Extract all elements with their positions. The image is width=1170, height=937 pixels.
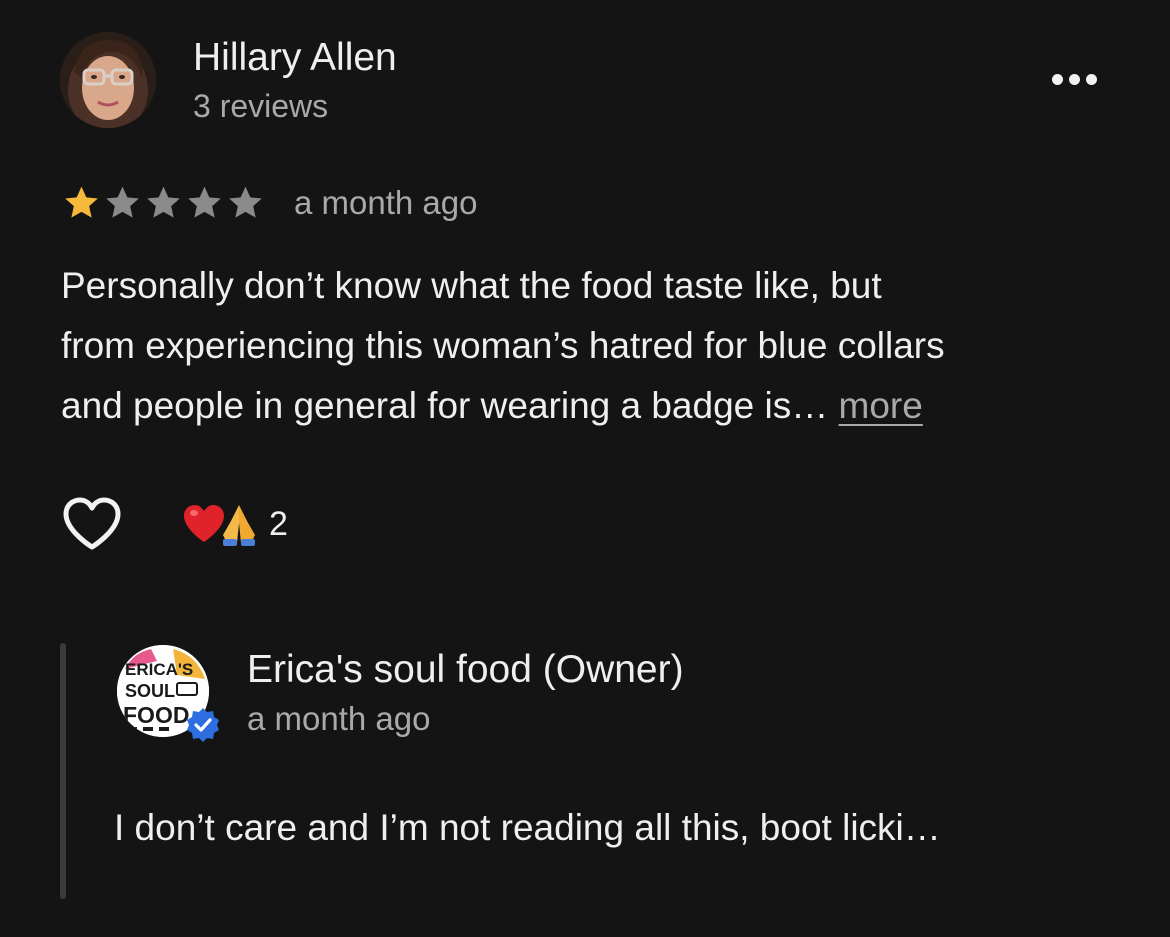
more-options-button[interactable] [1042, 64, 1106, 94]
like-button[interactable] [61, 494, 127, 554]
owner-name[interactable]: Erica's soul food (Owner) [247, 647, 684, 693]
star-filled-icon [65, 186, 98, 218]
reviewer-review-count: 3 reviews [193, 88, 329, 124]
review-text-line: from experiencing this woman’s hatred fo… [61, 325, 945, 366]
star-empty-icon [106, 186, 139, 218]
more-horizontal-icon [1051, 73, 1063, 85]
logo-text-3: FOOD [123, 702, 189, 728]
reviewer-avatar[interactable] [60, 32, 156, 128]
more-horizontal-icon [1068, 73, 1080, 85]
verified-badge-icon [187, 708, 219, 742]
reactions[interactable]: 2 [181, 501, 288, 547]
reaction-count: 2 [269, 504, 288, 543]
star-empty-icon [188, 186, 221, 218]
praying-hands-emoji [223, 505, 255, 546]
star-empty-icon [229, 186, 262, 218]
review-time: a month ago [294, 184, 478, 221]
owner-reply-time: a month ago [247, 700, 431, 737]
reviewer-photo [60, 32, 156, 128]
reply-divider [60, 643, 66, 899]
more-link[interactable]: more [839, 385, 923, 426]
star-empty-icon [147, 186, 180, 218]
reviewer-name[interactable]: Hillary Allen [193, 36, 397, 80]
review-text-line: and people in general for wearing a badg… [61, 376, 1131, 436]
rating-row: a month ago [61, 182, 477, 224]
logo-text-1: ERICA'S [125, 660, 193, 679]
owner-avatar[interactable]: ERICA'S SOUL FOOD [117, 645, 219, 742]
review-actions: 2 [61, 494, 288, 554]
more-horizontal-icon [1085, 73, 1097, 85]
review-text-line-end: and people in general for wearing a badg… [61, 385, 839, 426]
owner-reply-text[interactable]: I don’t care and I’m not reading all thi… [114, 805, 941, 851]
heart-outline-icon [63, 497, 121, 550]
logo-text-2: SOUL [125, 681, 175, 701]
owner-reply: ERICA'S SOUL FOOD Erica's soul food (Own… [60, 643, 1140, 899]
review-text-line: Personally don’t know what the food tast… [61, 265, 882, 306]
review-card: Hillary Allen 3 reviews a month ago Pers… [0, 0, 1170, 937]
star-rating [61, 183, 266, 223]
review-text: Personally don’t know what the food tast… [61, 256, 1131, 436]
